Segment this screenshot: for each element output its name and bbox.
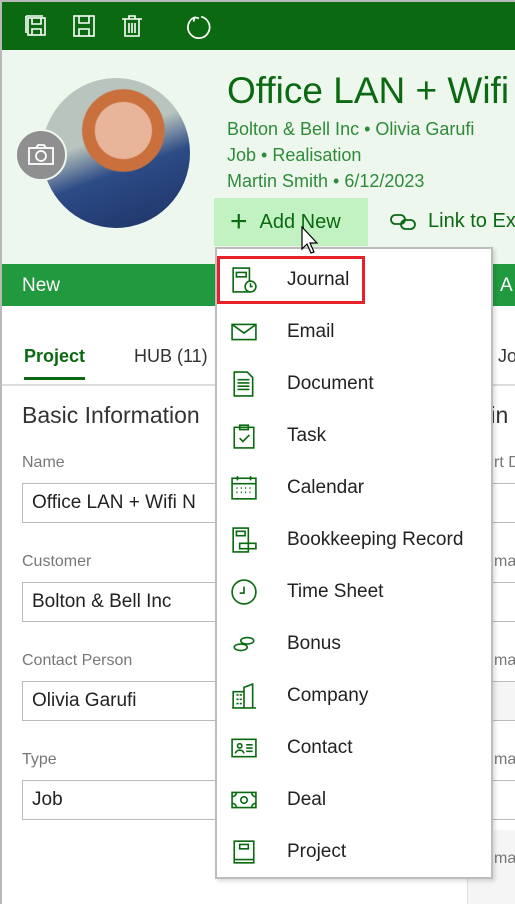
task-icon — [231, 423, 257, 449]
menu-item-calendar[interactable]: Calendar — [217, 464, 491, 512]
document-icon — [231, 371, 257, 397]
tab-jo[interactable]: Jo — [498, 346, 515, 367]
menu-item-journal[interactable]: Journal — [217, 256, 491, 304]
customer-field[interactable]: Bolton & Bell Inc — [22, 582, 222, 622]
bookkeeping-icon — [231, 527, 257, 553]
customer-label: Customer — [22, 553, 92, 570]
page-title: Office LAN + Wifi — [227, 70, 510, 111]
camera-icon — [28, 144, 54, 165]
tab-project[interactable]: Project — [24, 346, 86, 380]
calendar-icon — [231, 475, 257, 501]
add-new-menu: Journal Email Document Task Calendar Bookkeep… — [215, 247, 493, 879]
journal-icon — [231, 267, 257, 293]
menu-item-company[interactable]: Company — [217, 672, 491, 720]
right-label: rt D — [494, 454, 515, 471]
menu-item-bonus[interactable]: Bonus — [217, 620, 491, 668]
menu-item-email[interactable]: Email — [217, 308, 491, 356]
plus-icon: + — [230, 205, 248, 238]
menu-item-contact[interactable]: Contact — [217, 724, 491, 772]
right-label: ma — [494, 850, 515, 867]
project-icon — [231, 839, 257, 865]
refresh-icon[interactable] — [186, 14, 211, 39]
menu-item-label: Email — [287, 321, 335, 342]
toolbar — [2, 0, 515, 50]
right-field[interactable] — [492, 483, 515, 523]
link-icon — [390, 213, 416, 230]
email-icon — [231, 319, 257, 345]
type-field[interactable]: Job — [22, 780, 222, 820]
delete-icon[interactable] — [120, 14, 144, 38]
menu-item-label: Contact — [287, 737, 353, 758]
tab-hub[interactable]: HUB (11) — [134, 346, 208, 367]
right-field[interactable] — [492, 681, 515, 721]
contact-person-field[interactable]: Olivia Garufi — [22, 681, 222, 721]
coins-icon — [231, 631, 257, 657]
contact-card-icon — [231, 735, 257, 761]
right-label: ma — [494, 553, 515, 570]
band-right[interactable]: A — [500, 275, 513, 297]
menu-item-task[interactable]: Task — [217, 412, 491, 460]
menu-item-label: Time Sheet — [287, 581, 384, 602]
menu-item-label: Task — [287, 425, 327, 446]
menu-item-time-sheet[interactable]: Time Sheet — [217, 568, 491, 616]
band-new[interactable]: New — [22, 275, 60, 297]
menu-item-label: Calendar — [287, 477, 365, 498]
type-label: Type — [22, 751, 57, 768]
menu-item-label: Journal — [287, 269, 350, 290]
right-label: ma — [494, 652, 515, 669]
menu-item-label: Deal — [287, 789, 327, 810]
camera-button[interactable] — [15, 129, 67, 181]
menu-item-deal[interactable]: Deal — [217, 776, 491, 824]
building-icon — [231, 683, 257, 709]
right-label: ma — [494, 751, 515, 768]
menu-item-bookkeeping-record[interactable]: Bookkeeping Record — [217, 516, 491, 564]
contact-person-label: Contact Person — [22, 652, 133, 669]
section-title: Basic Information — [22, 402, 200, 428]
menu-item-label: Document — [287, 373, 374, 394]
right-field[interactable] — [492, 582, 515, 622]
save-all-icon[interactable] — [24, 14, 48, 38]
clock-icon — [231, 579, 257, 605]
menu-item-label: Project — [287, 841, 347, 862]
name-field[interactable]: Office LAN + Wifi N — [22, 483, 222, 523]
save-icon[interactable] — [72, 14, 96, 38]
add-new-button[interactable]: + Add New — [214, 198, 368, 246]
right-field[interactable] — [492, 780, 515, 820]
menu-item-document[interactable]: Document — [217, 360, 491, 408]
link-existing-button[interactable]: Link to Exi — [390, 210, 515, 233]
menu-item-project[interactable]: Project — [217, 828, 491, 876]
name-label: Name — [22, 454, 65, 471]
menu-item-label: Bookkeeping Record — [287, 529, 464, 550]
money-icon — [231, 787, 257, 813]
mouse-cursor-icon — [301, 226, 319, 254]
owner-date: Martin Smith • 6/12/2023 — [227, 171, 425, 191]
menu-item-label: Company — [287, 685, 369, 706]
customer-contact: Bolton & Bell Inc • Olivia Garufi — [227, 119, 475, 139]
type-stage: Job • Realisation — [227, 145, 362, 165]
menu-item-label: Bonus — [287, 633, 341, 654]
